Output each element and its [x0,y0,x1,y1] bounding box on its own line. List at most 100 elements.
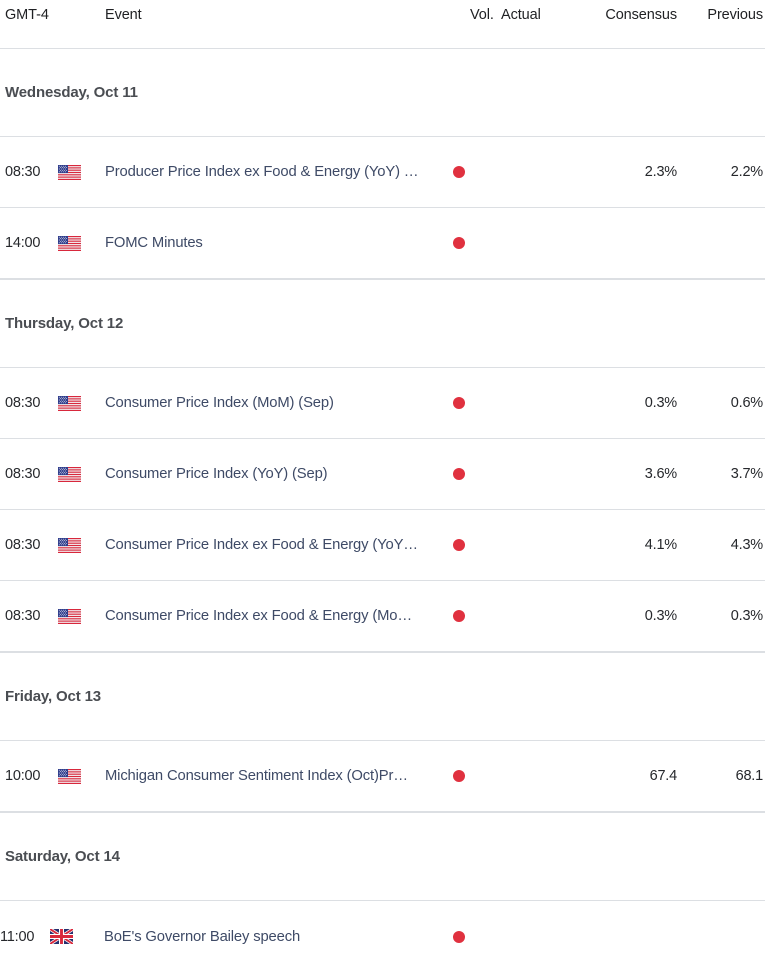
event-name-cell[interactable]: Producer Price Index ex Food & Energy (Y… [105,164,453,180]
event-name-wrap: Consumer Price Index (YoY) (Sep) [105,466,453,482]
event-name-cell[interactable]: FOMC Minutes [105,235,453,251]
event-row[interactable]: 08:30 Consumer Price Index (MoM) (Sep) 0.3… [0,368,765,439]
us-flag-icon [58,165,81,180]
event-time-cell: 08:30 [0,607,58,625]
event-time: 08:30 [5,395,41,411]
consensus-value: 67.4 [649,768,678,784]
event-time-cell: 08:30 [0,163,58,181]
us-flag-icon [58,236,81,251]
event-name-link[interactable]: Consumer Price Index (YoY) (Sep) [105,466,327,482]
event-name-wrap: FOMC Minutes [105,235,453,251]
volatility-high-dot-icon [453,237,465,249]
event-name-cell[interactable]: Michigan Consumer Sentiment Index (Oct) P… [105,768,453,784]
event-name-wrap: Producer Price Index ex Food & Energy (Y… [105,164,453,180]
event-name-link[interactable]: Producer Price Index ex Food & Energy (Y… [105,164,418,180]
consensus-value: 0.3% [644,608,677,624]
volatility-cell [453,237,499,249]
event-row[interactable]: 08:30 Consumer Price Index ex Food & Ener… [0,581,765,652]
column-header-event[interactable]: Event [105,5,453,25]
date-group-label: Saturday, Oct 14 [5,848,120,865]
event-time: 11:00 [0,928,35,945]
previous-value: 3.7% [730,466,763,482]
us-flag-icon [58,467,81,482]
event-time: 08:30 [5,537,41,553]
date-group-label: Wednesday, Oct 11 [5,84,138,101]
event-row[interactable]: 11:00 BoE's Governor Bailey speech [0,901,765,962]
event-time: 08:30 [5,466,41,482]
previous-value: 0.6% [730,395,763,411]
event-name-wrap: Consumer Price Index ex Food & Energy (Y… [105,537,453,553]
event-name-cell[interactable]: Consumer Price Index (YoY) (Sep) [105,466,453,482]
date-group-label: Thursday, Oct 12 [5,315,124,332]
consensus-value: 0.3% [644,395,677,411]
column-header-consensus[interactable]: Consensus [579,5,679,25]
event-time-cell: 08:30 [0,536,58,554]
volatility-cell [453,930,499,943]
event-name-link[interactable]: FOMC Minutes [105,235,203,251]
calendar-body: Wednesday, Oct 11 08:30 Producer Price Ind… [0,48,765,962]
event-name-link[interactable]: Michigan Consumer Sentiment Index (Oct) [105,768,379,784]
date-group-header: Wednesday, Oct 11 [0,48,765,137]
event-row[interactable]: 14:00 FOMC Minutes [0,208,765,279]
us-flag-icon [58,538,81,553]
event-time: 08:30 [5,608,41,624]
event-name-suffix[interactable]: Pr… [379,768,408,784]
volatility-cell [453,539,499,551]
country-flag-cell [58,396,105,411]
event-time-cell: 11:00 [0,928,50,946]
country-flag-cell [58,165,105,180]
column-header-time[interactable]: GMT-4 [0,5,58,25]
event-name-wrap: Consumer Price Index ex Food & Energy (M… [105,608,453,624]
date-group-header: Thursday, Oct 12 [0,279,765,368]
volatility-cell [453,468,499,480]
consensus-value: 3.6% [644,466,677,482]
date-group-header: Friday, Oct 13 [0,652,765,741]
volatility-high-dot-icon [453,397,465,409]
event-time-cell: 08:30 [0,465,58,483]
event-row[interactable]: 10:00 Michigan Consumer Sentiment Index (… [0,741,765,812]
volatility-high-dot-icon [453,770,465,782]
event-name-cell[interactable]: Consumer Price Index ex Food & Energy (M… [105,608,453,624]
event-name-link[interactable]: Consumer Price Index ex Food & Energy (Y… [105,537,418,553]
event-time-cell: 08:30 [0,394,58,412]
country-flag-cell [58,769,105,784]
us-flag-icon [58,769,81,784]
column-header-previous[interactable]: Previous [679,5,765,25]
country-flag-cell [58,609,105,624]
volatility-high-dot-icon [453,166,465,178]
event-name-cell[interactable]: Consumer Price Index (MoM) (Sep) [105,395,453,411]
country-flag-cell [50,929,104,944]
date-group-header: Saturday, Oct 14 [0,812,765,901]
event-time-cell: 10:00 [0,767,58,785]
country-flag-cell [58,236,105,251]
date-group-label: Friday, Oct 13 [5,688,101,705]
country-flag-cell [58,538,105,553]
event-name-cell[interactable]: BoE's Governor Bailey speech [104,929,453,945]
event-name-link[interactable]: Consumer Price Index (MoM) (Sep) [105,395,334,411]
volatility-high-dot-icon [453,930,465,943]
volatility-cell [453,397,499,409]
event-row[interactable]: 08:30 Consumer Price Index (YoY) (Sep) 3.6… [0,439,765,510]
event-time: 14:00 [5,235,41,251]
event-name-cell[interactable]: Consumer Price Index ex Food & Energy (Y… [105,537,453,553]
event-name-link[interactable]: BoE's Governor Bailey speech [104,929,300,945]
event-name-wrap: Consumer Price Index (MoM) (Sep) [105,395,453,411]
country-flag-cell [58,467,105,482]
event-row[interactable]: 08:30 Producer Price Index ex Food & Ener… [0,137,765,208]
event-time: 08:30 [5,164,41,180]
column-header-actual[interactable]: Actual [499,5,579,25]
event-row[interactable]: 08:30 Consumer Price Index ex Food & Ener… [0,510,765,581]
previous-value: 2.2% [730,164,763,180]
event-time-cell: 14:00 [0,234,58,252]
uk-flag-icon [50,929,73,944]
event-name-wrap: BoE's Governor Bailey speech [104,929,453,945]
event-time: 10:00 [5,768,41,784]
event-name-link[interactable]: Consumer Price Index ex Food & Energy (M… [105,608,412,624]
volatility-high-dot-icon [453,539,465,551]
previous-value: 68.1 [735,768,764,784]
previous-value: 4.3% [730,537,763,553]
volatility-high-dot-icon [453,468,465,480]
consensus-value: 2.3% [644,164,677,180]
volatility-high-dot-icon [453,610,465,622]
column-header-vol[interactable]: Vol. [453,5,499,25]
